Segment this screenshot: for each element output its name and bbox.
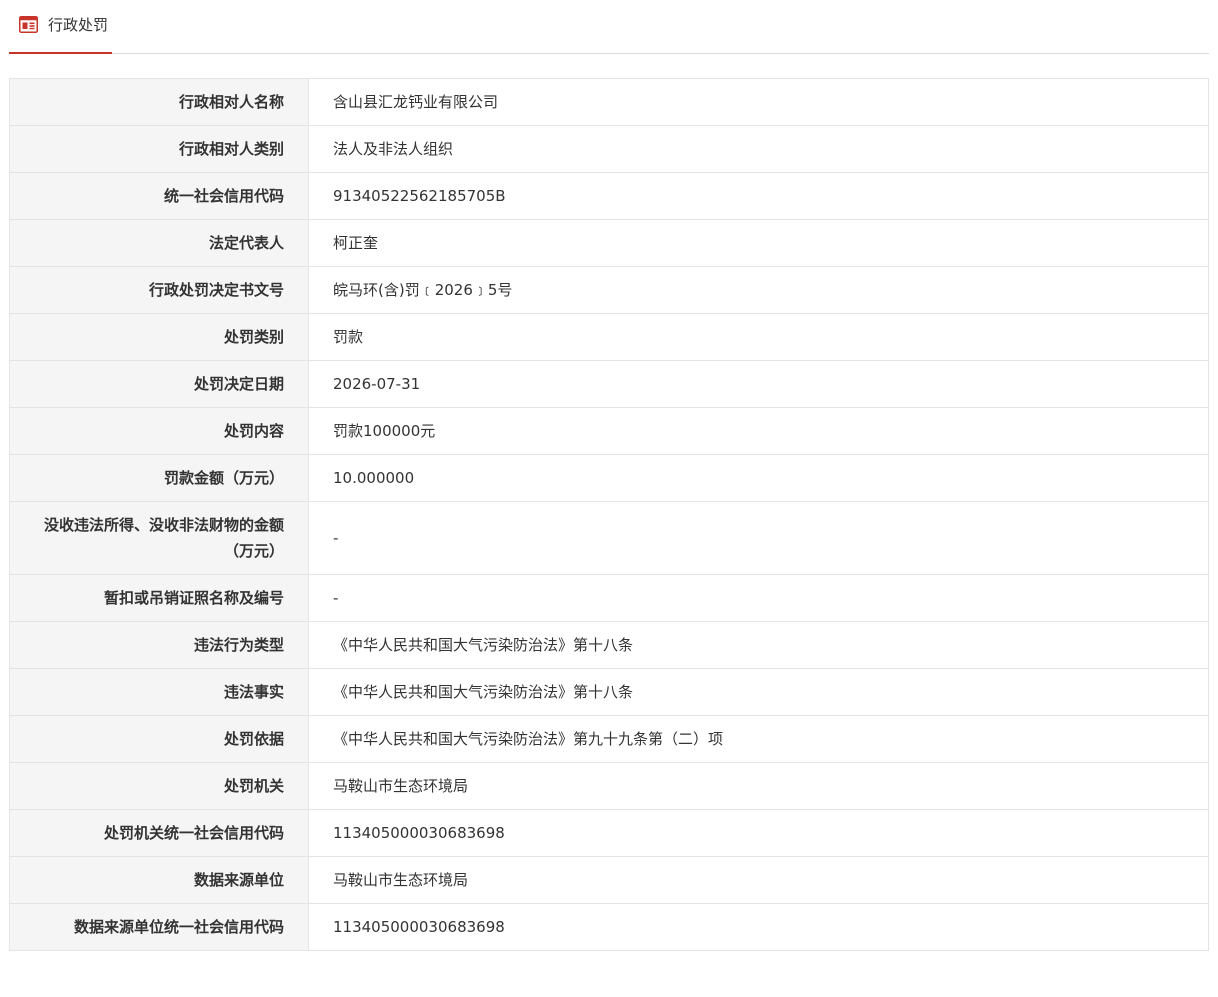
row-value: 含山县汇龙钙业有限公司 (308, 78, 1209, 126)
row-value: - (308, 501, 1209, 575)
penalty-info-table: 行政相对人名称 含山县汇龙钙业有限公司 行政相对人类别 法人及非法人组织 统一社… (9, 78, 1209, 951)
row-label: 行政相对人名称 (9, 78, 309, 126)
table-row: 行政相对人类别 法人及非法人组织 (9, 125, 1209, 173)
row-label: 数据来源单位 (9, 856, 309, 904)
row-label: 违法事实 (9, 668, 309, 716)
row-label: 行政相对人类别 (9, 125, 309, 173)
row-label: 统一社会信用代码 (9, 172, 309, 220)
row-label: 处罚内容 (9, 407, 309, 455)
table-row: 统一社会信用代码 91340522562185705B (9, 172, 1209, 220)
row-value: 罚款 (308, 313, 1209, 361)
table-row: 行政相对人名称 含山县汇龙钙业有限公司 (9, 78, 1209, 126)
row-value: 柯正奎 (308, 219, 1209, 267)
row-value: 《中华人民共和国大气污染防治法》第九十九条第（二）项 (308, 715, 1209, 763)
row-label: 罚款金额（万元） (9, 454, 309, 502)
row-label: 违法行为类型 (9, 621, 309, 669)
row-value: 皖马环(含)罚﹝2026﹞5号 (308, 266, 1209, 314)
row-value: 马鞍山市生态环境局 (308, 762, 1209, 810)
table-row: 处罚机关统一社会信用代码 113405000030683698 (9, 809, 1209, 857)
row-label: 处罚机关统一社会信用代码 (9, 809, 309, 857)
row-label: 处罚依据 (9, 715, 309, 763)
row-value: - (308, 574, 1209, 622)
tab-administrative-penalty[interactable]: 行政处罚 (9, 0, 112, 54)
table-row: 数据来源单位 马鞍山市生态环境局 (9, 856, 1209, 904)
table-row: 处罚依据 《中华人民共和国大气污染防治法》第九十九条第（二）项 (9, 715, 1209, 763)
table-row: 数据来源单位统一社会信用代码 113405000030683698 (9, 903, 1209, 951)
table-row: 处罚机关 马鞍山市生态环境局 (9, 762, 1209, 810)
table-row: 法定代表人 柯正奎 (9, 219, 1209, 267)
row-label: 处罚类别 (9, 313, 309, 361)
row-value: 113405000030683698 (308, 809, 1209, 857)
row-value: 马鞍山市生态环境局 (308, 856, 1209, 904)
table-row: 行政处罚决定书文号 皖马环(含)罚﹝2026﹞5号 (9, 266, 1209, 314)
row-value: 113405000030683698 (308, 903, 1209, 951)
header-title: 行政处罚 (48, 15, 109, 34)
document-icon (19, 15, 38, 33)
row-value: 罚款100000元 (308, 407, 1209, 455)
row-label: 暂扣或吊销证照名称及编号 (9, 574, 309, 622)
row-value: 2026-07-31 (308, 360, 1209, 408)
row-value: 《中华人民共和国大气污染防治法》第十八条 (308, 621, 1209, 669)
row-label: 没收违法所得、没收非法财物的金额（万元） (9, 501, 309, 575)
section-header: 行政处罚 (9, 0, 1209, 54)
row-value: 《中华人民共和国大气污染防治法》第十八条 (308, 668, 1209, 716)
row-label: 处罚决定日期 (9, 360, 309, 408)
table-row: 违法行为类型 《中华人民共和国大气污染防治法》第十八条 (9, 621, 1209, 669)
row-label: 处罚机关 (9, 762, 309, 810)
table-row: 暂扣或吊销证照名称及编号 - (9, 574, 1209, 622)
row-value: 91340522562185705B (308, 172, 1209, 220)
row-label: 法定代表人 (9, 219, 309, 267)
table-row: 处罚类别 罚款 (9, 313, 1209, 361)
row-label: 行政处罚决定书文号 (9, 266, 309, 314)
row-value: 10.000000 (308, 454, 1209, 502)
table-row: 违法事实 《中华人民共和国大气污染防治法》第十八条 (9, 668, 1209, 716)
row-value: 法人及非法人组织 (308, 125, 1209, 173)
row-label: 数据来源单位统一社会信用代码 (9, 903, 309, 951)
table-row: 罚款金额（万元） 10.000000 (9, 454, 1209, 502)
table-row: 处罚内容 罚款100000元 (9, 407, 1209, 455)
table-row: 处罚决定日期 2026-07-31 (9, 360, 1209, 408)
table-row: 没收违法所得、没收非法财物的金额（万元） - (9, 501, 1209, 575)
